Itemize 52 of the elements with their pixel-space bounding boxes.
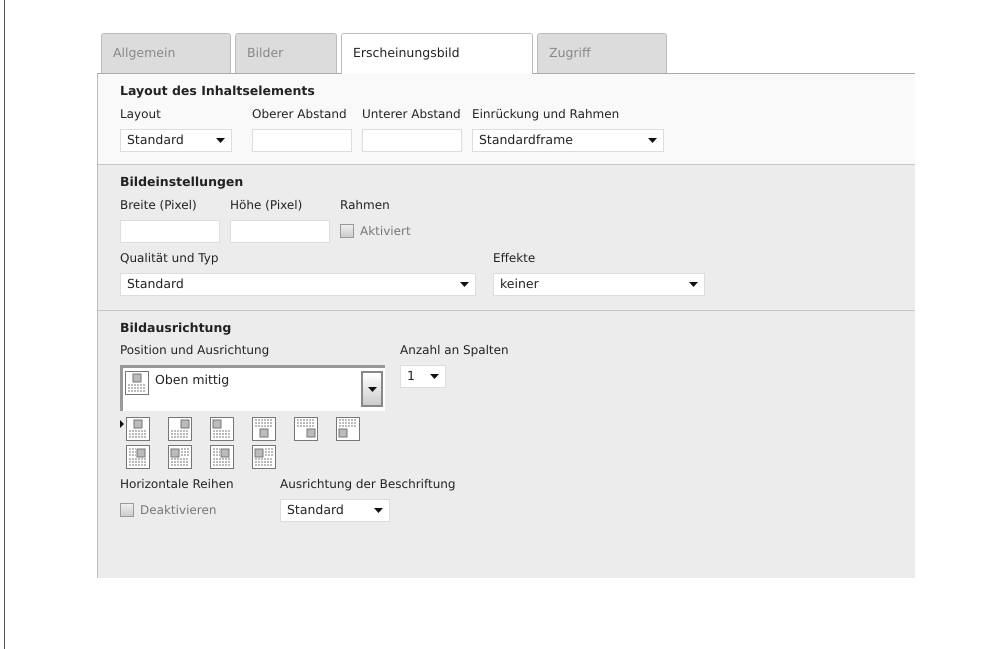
input-field[interactable] (252, 128, 352, 152)
checkbox[interactable] (120, 503, 134, 518)
select-field[interactable]: 1 (400, 365, 446, 388)
select-field[interactable]: Standardframe (472, 128, 664, 152)
selection-marker-icon (120, 420, 124, 428)
field-label: Anzahl an Spalten (400, 342, 509, 360)
field-label: Layout (120, 106, 162, 123)
checkbox-label: Aktiviert (360, 222, 411, 240)
field-label: Effekte (493, 250, 536, 266)
field-label: Höhe (Pixel) (230, 196, 304, 214)
field-label: Ausrichtung der Beschriftung (280, 476, 456, 494)
position-icon (125, 371, 149, 396)
field-label: Position und Ausrichtung (120, 342, 270, 360)
tab[interactable]: Erscheinungsbild (341, 33, 533, 74)
layout-icon (126, 417, 150, 442)
layout-icon (336, 417, 360, 442)
section-title: Bildeinstellungen (120, 172, 244, 191)
select-field[interactable]: keiner (493, 272, 705, 296)
field-label: Einrückung und Rahmen (472, 106, 620, 123)
field-label: Breite (Pixel) (120, 196, 198, 214)
input-field[interactable] (362, 128, 462, 152)
input-field[interactable] (230, 220, 330, 242)
field-label: Oberer Abstand (252, 106, 348, 123)
section-title: Bildausrichtung (120, 318, 232, 337)
field-label: Horizontale Reihen (120, 476, 235, 494)
caret-icon (689, 282, 698, 286)
input-field[interactable] (120, 220, 220, 242)
select-field[interactable]: Oben mittig (120, 365, 385, 412)
caret-icon (460, 282, 469, 286)
caret-icon (216, 138, 225, 143)
checkbox-label: Deaktivieren (140, 502, 216, 520)
field-label: Unterer Abstand (362, 106, 462, 123)
layout-icon (210, 417, 234, 442)
select-field[interactable]: Standard (280, 499, 390, 522)
layout-icon (168, 417, 192, 442)
select-field[interactable]: Standard (120, 128, 232, 152)
layout-icon (294, 417, 318, 442)
caret-icon (374, 508, 383, 514)
layout-icon (126, 445, 150, 470)
layout-icon (210, 445, 234, 470)
dropdown-button[interactable] (361, 371, 383, 408)
layout-icon (168, 445, 192, 470)
caret-icon (648, 138, 657, 143)
caret-icon (430, 374, 439, 380)
caret-icon (368, 386, 376, 392)
section-title: Layout des Inhaltselements (120, 82, 316, 100)
layout-icon (252, 445, 276, 470)
select-field[interactable]: Standard (120, 272, 476, 296)
layout-icon (252, 417, 276, 442)
field-label: Rahmen (340, 196, 391, 214)
checkbox[interactable] (340, 224, 354, 238)
field-label: Qualität und Typ (120, 250, 220, 266)
